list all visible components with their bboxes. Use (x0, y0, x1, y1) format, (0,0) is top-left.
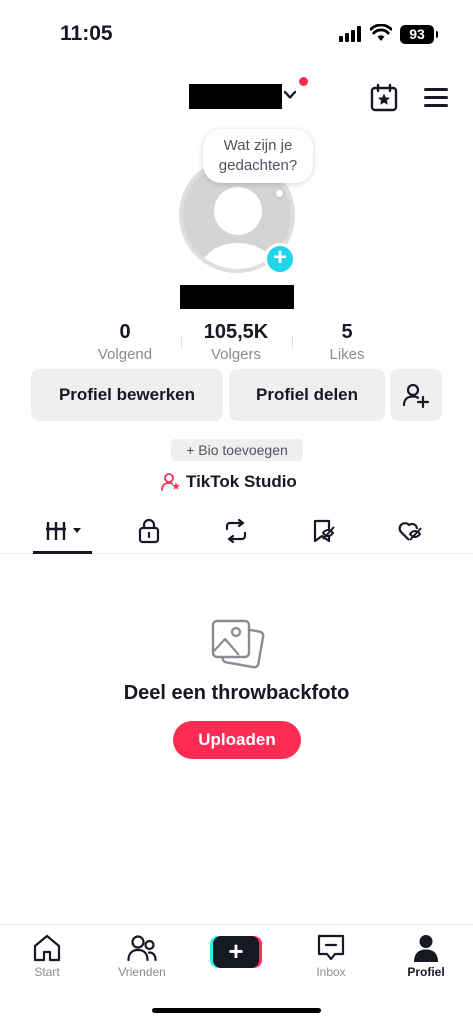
inbox-icon (317, 934, 345, 961)
nav-home[interactable]: Start (7, 933, 87, 979)
calendar-star-icon[interactable] (369, 83, 399, 113)
nav-label: Inbox (316, 965, 346, 979)
tab-private[interactable] (129, 516, 169, 546)
profile-tabs (0, 510, 473, 554)
tab-videos[interactable] (42, 516, 86, 546)
liked-icon (398, 522, 422, 541)
thought-bubble[interactable]: Wat zijn je gedachten? (203, 129, 313, 183)
upload-button[interactable]: Uploaden (173, 721, 301, 759)
stat-likes[interactable]: 5 Likes (292, 319, 402, 365)
stat-label: Likes (329, 346, 365, 363)
battery-indicator: 93 (400, 25, 434, 44)
tab-liked[interactable] (391, 516, 431, 546)
nav-label: Start (34, 965, 60, 979)
create-button[interactable]: + (210, 936, 262, 968)
stat-label: Volgers (210, 346, 262, 363)
add-bio-button[interactable]: + Bio toevoegen (171, 439, 303, 461)
active-tab-indicator (33, 551, 92, 554)
stat-value: 0 (119, 321, 131, 343)
username-redacted[interactable] (189, 84, 282, 109)
studio-icon (161, 473, 180, 491)
nav-label: Vrienden (118, 965, 166, 979)
status-time: 11:05 (60, 22, 113, 45)
thought-bubble-line2: gedachten? (218, 157, 298, 174)
stat-value: 105,5K (203, 321, 269, 343)
menu-icon[interactable] (424, 86, 450, 108)
favorites-icon (313, 519, 335, 543)
thought-bubble-dot (276, 190, 283, 197)
tab-reposts[interactable] (216, 516, 256, 546)
profile-icon (414, 935, 438, 962)
notification-dot (299, 77, 308, 86)
tab-favorites[interactable] (304, 516, 344, 546)
home-indicator[interactable] (152, 1008, 321, 1013)
studio-label: TikTok Studio (186, 472, 297, 491)
add-person-icon (402, 383, 430, 409)
share-profile-button[interactable]: Profiel delen (229, 369, 385, 421)
lock-icon (138, 518, 160, 544)
status-bar: 11:05 93 (0, 0, 473, 70)
tiktok-studio-link[interactable]: TikTok Studio (161, 471, 297, 493)
display-name-redacted (180, 285, 294, 309)
friends-icon (127, 935, 157, 962)
stat-value: 5 (341, 321, 353, 343)
nav-friends[interactable]: Vrienden (102, 933, 182, 979)
stat-followers[interactable]: 105,5K Volgers (181, 319, 291, 365)
chevron-down-icon[interactable] (283, 88, 297, 102)
cellular-signal-icon (339, 26, 363, 42)
stat-following[interactable]: 0 Volgend (70, 319, 180, 365)
add-friend-button[interactable] (390, 369, 442, 421)
thought-bubble-line1: Wat zijn je (223, 137, 293, 154)
nav-inbox[interactable]: Inbox (291, 933, 371, 979)
nav-label: Profiel (407, 965, 445, 979)
home-icon (33, 934, 61, 962)
wifi-icon (370, 24, 392, 41)
videos-grid-icon (46, 522, 81, 540)
photo-stack-icon (211, 619, 265, 669)
stat-label: Volgend (97, 346, 153, 363)
avatar-head-shape (214, 187, 262, 235)
plus-icon: + (213, 936, 259, 968)
repost-icon (225, 518, 247, 544)
battery-cap (436, 31, 438, 38)
edit-profile-button[interactable]: Profiel bewerken (31, 369, 223, 421)
add-avatar-button[interactable]: + (264, 243, 296, 275)
empty-state-title: Deel een throwbackfoto (123, 682, 350, 704)
nav-profile[interactable]: Profiel (386, 933, 466, 979)
